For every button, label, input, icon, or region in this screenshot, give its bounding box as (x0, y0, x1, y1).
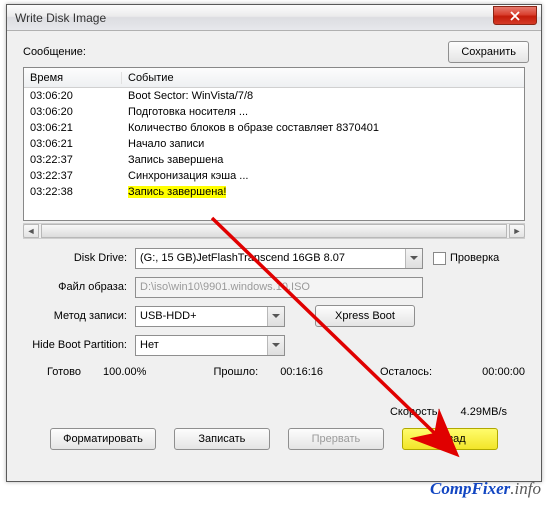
disk-drive-combo[interactable]: (G:, 15 GB)JetFlashTranscend 16GB 8.07 (135, 248, 423, 269)
write-method-label: Метод записи: (23, 310, 135, 322)
log-event: Начало записи (122, 138, 524, 150)
log-event: Запись завершена! (122, 186, 524, 198)
button-row: Форматировать Записать Прервать Назад (13, 428, 535, 450)
verify-label: Проверка (450, 252, 499, 264)
log-time: 03:22:37 (24, 170, 122, 182)
image-file-label: Файл образа: (23, 281, 135, 293)
disk-drive-value: (G:, 15 GB)JetFlashTranscend 16GB 8.07 (140, 252, 418, 264)
scroll-right-arrow[interactable]: ► (509, 224, 525, 238)
write-method-combo[interactable]: USB-HDD+ (135, 306, 285, 327)
col-time[interactable]: Время (24, 72, 122, 84)
close-button[interactable] (493, 6, 537, 25)
scroll-thumb[interactable] (41, 224, 507, 238)
log-row[interactable]: 03:06:20Подготовка носителя ... (24, 104, 524, 120)
log-event: Подготовка носителя ... (122, 106, 524, 118)
disk-drive-label: Disk Drive: (23, 252, 135, 264)
xpress-boot-button[interactable]: Xpress Boot (315, 305, 415, 327)
image-file-field[interactable]: D:\iso\win10\9901.windows.10.ISO (135, 277, 423, 298)
log-time: 03:06:20 (24, 90, 122, 102)
remaining-label: Осталось: (380, 366, 432, 378)
hide-boot-label: Hide Boot Partition: (23, 339, 135, 351)
chevron-down-icon[interactable] (267, 336, 284, 355)
client-area: Сообщение: Сохранить Время Событие 03:06… (13, 37, 535, 475)
message-label: Сообщение: (23, 46, 86, 58)
log-row[interactable]: 03:22:37Синхронизация кэша ... (24, 168, 524, 184)
checkbox-box[interactable] (433, 252, 446, 265)
log-header[interactable]: Время Событие (24, 68, 524, 88)
speed-value: 4.29MB/s (461, 406, 507, 418)
log-time: 03:06:20 (24, 106, 122, 118)
log-row[interactable]: 03:22:38Запись завершена! (24, 184, 524, 200)
log-time: 03:22:38 (24, 186, 122, 198)
log-event: Boot Sector: WinVista/7/8 (122, 90, 524, 102)
ready-label: Готово (47, 366, 81, 378)
horizontal-scrollbar[interactable]: ◄ ► (23, 223, 525, 239)
elapsed-label: Прошло: (214, 366, 259, 378)
chevron-down-icon[interactable] (405, 249, 422, 268)
log-row[interactable]: 03:06:21Начало записи (24, 136, 524, 152)
log-row[interactable]: 03:22:37Запись завершена (24, 152, 524, 168)
status-row: Готово 100.00% Прошло: 00:16:16 Осталось… (23, 366, 525, 378)
image-file-value: D:\iso\win10\9901.windows.10.ISO (140, 281, 310, 293)
hide-boot-value: Нет (140, 339, 280, 351)
log-event: Количество блоков в образе составляет 83… (122, 122, 524, 134)
percent-value: 100.00% (103, 366, 146, 378)
write-method-value: USB-HDD+ (140, 310, 280, 322)
watermark-a: CompFixer (430, 479, 510, 498)
titlebar[interactable]: Write Disk Image (7, 5, 541, 31)
log-time: 03:22:37 (24, 154, 122, 166)
log-row[interactable]: 03:06:21Количество блоков в образе соста… (24, 120, 524, 136)
elapsed-value: 00:16:16 (280, 366, 323, 378)
scroll-left-arrow[interactable]: ◄ (23, 224, 39, 238)
watermark: CompFixer.info (430, 479, 541, 499)
watermark-b: .info (510, 479, 541, 498)
log-time: 03:06:21 (24, 122, 122, 134)
abort-button: Прервать (288, 428, 384, 450)
log-row[interactable]: 03:06:20Boot Sector: WinVista/7/8 (24, 88, 524, 104)
speed-row: Скорость: 4.29MB/s (23, 406, 507, 418)
log-time: 03:06:21 (24, 138, 122, 150)
save-button[interactable]: Сохранить (448, 41, 529, 63)
window-title: Write Disk Image (15, 11, 106, 25)
log-event: Запись завершена (122, 154, 524, 166)
verify-checkbox[interactable]: Проверка (433, 252, 499, 265)
write-button[interactable]: Записать (174, 428, 270, 450)
chevron-down-icon[interactable] (267, 307, 284, 326)
hide-boot-combo[interactable]: Нет (135, 335, 285, 356)
log-event: Синхронизация кэша ... (122, 170, 524, 182)
log-list[interactable]: Время Событие 03:06:20Boot Sector: WinVi… (23, 67, 525, 221)
speed-label: Скорость: (390, 406, 441, 418)
remaining-value: 00:00:00 (482, 366, 525, 378)
format-button[interactable]: Форматировать (50, 428, 156, 450)
back-button[interactable]: Назад (402, 428, 498, 450)
write-disk-image-window: Write Disk Image Сообщение: Сохранить Вр… (6, 4, 542, 482)
col-event[interactable]: Событие (122, 72, 524, 84)
close-icon (510, 11, 520, 21)
